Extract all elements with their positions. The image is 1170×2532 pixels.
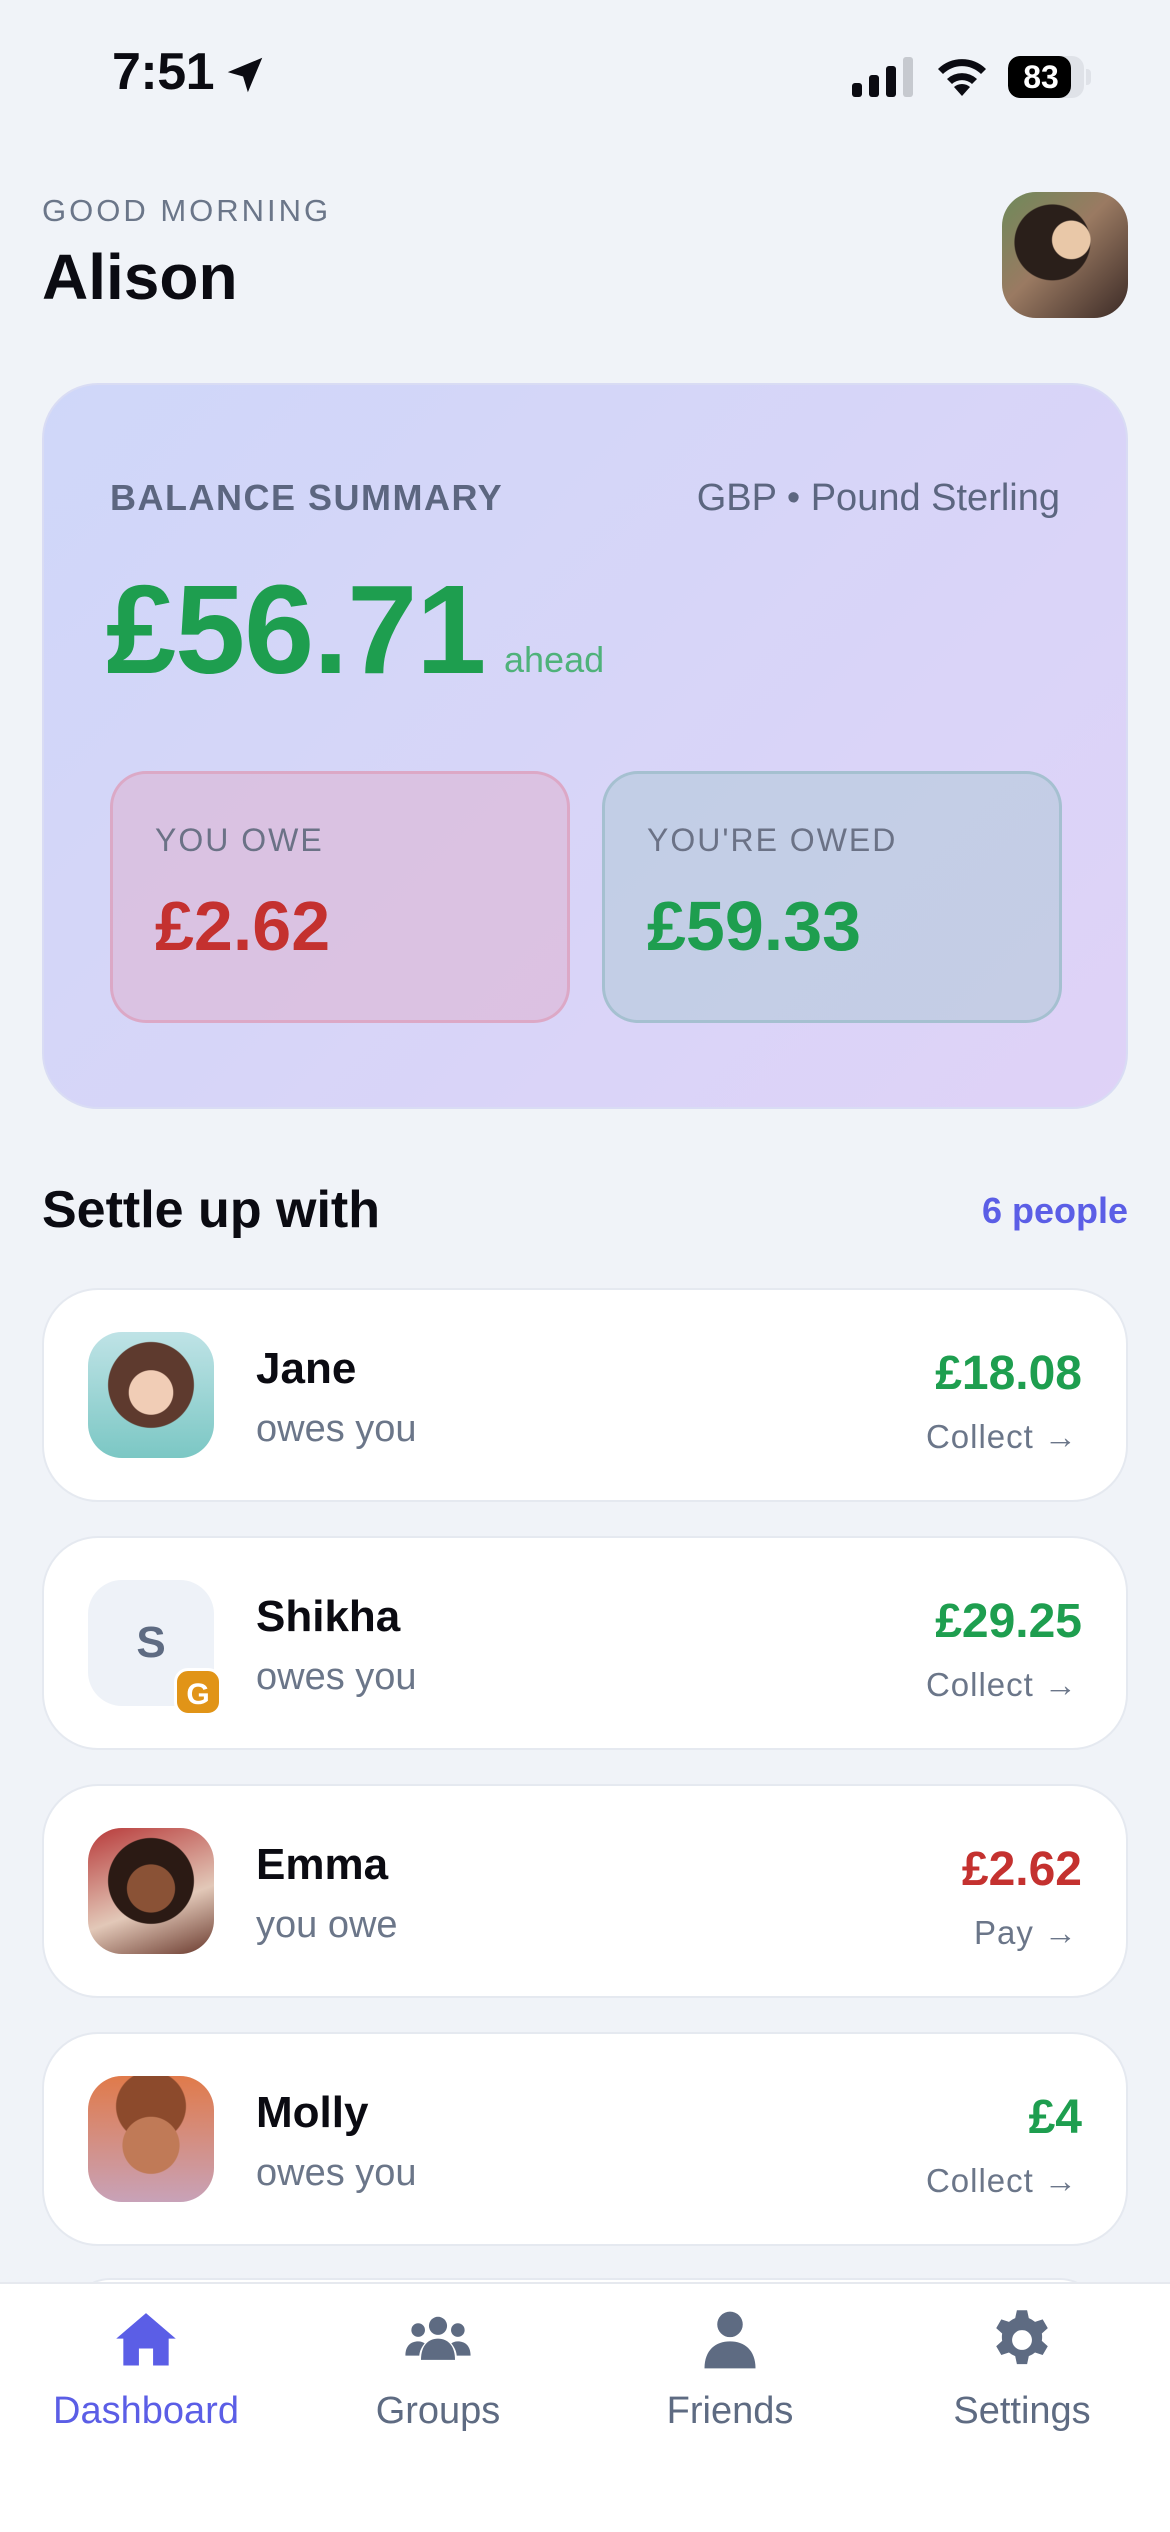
- collect-button[interactable]: Collect →: [926, 1418, 1078, 1456]
- you-are-owed-label: YOU'RE OWED: [647, 822, 898, 858]
- cellular-signal-icon: [852, 57, 913, 97]
- person-card-jane[interactable]: Jane owes you £18.08 Collect →: [42, 1288, 1128, 1502]
- currency-label[interactable]: GBP • Pound Sterling: [697, 477, 1060, 520]
- location-arrow-icon: [227, 57, 263, 93]
- user-name: Alison: [42, 241, 238, 313]
- you-owe-box[interactable]: YOU OWE £2.62: [110, 771, 570, 1023]
- person-name: Shikha: [256, 1592, 401, 1641]
- greeting-label: GOOD MORNING: [42, 193, 332, 228]
- avatar: [88, 1332, 214, 1458]
- people-count-link[interactable]: 6 people: [982, 1190, 1128, 1232]
- person-amount: £4: [1028, 2091, 1082, 2144]
- person-status: owes you: [256, 2152, 417, 2194]
- person-card-molly[interactable]: Molly owes you £4 Collect →: [42, 2032, 1128, 2246]
- gear-icon: [996, 2310, 1048, 2365]
- person-status: owes you: [256, 1656, 417, 1698]
- avatar-initial: S: [136, 1618, 166, 1667]
- tab-label: Dashboard: [53, 2390, 239, 2432]
- group-icon: [405, 2316, 471, 2360]
- wifi-icon: [938, 59, 986, 96]
- avatar: [88, 2076, 214, 2202]
- avatar: [88, 1828, 214, 1954]
- you-owe-label: YOU OWE: [155, 822, 324, 858]
- person-card-emma[interactable]: Emma you owe £2.62 Pay →: [42, 1784, 1128, 1998]
- you-are-owed-box[interactable]: YOU'RE OWED £59.33: [602, 771, 1062, 1023]
- net-balance-note: ahead: [504, 639, 605, 680]
- group-badge: G: [174, 1668, 222, 1716]
- you-owe-value: £2.62: [155, 887, 331, 965]
- tab-label: Friends: [666, 2390, 794, 2432]
- person-name: Molly: [256, 2088, 369, 2137]
- tab-groups[interactable]: Groups: [292, 2284, 584, 2454]
- tab-bar: Dashboard Groups Friends Settings: [0, 2282, 1170, 2532]
- person-card-shikha[interactable]: S G Shikha owes you £29.25 Collect →: [42, 1536, 1128, 1750]
- tab-label: Settings: [953, 2390, 1091, 2432]
- tab-label: Groups: [375, 2390, 501, 2432]
- pay-button[interactable]: Pay →: [974, 1914, 1078, 1952]
- status-bar: 7:51 83: [0, 0, 1170, 150]
- collect-button[interactable]: Collect →: [926, 1666, 1078, 1704]
- you-are-owed-value: £59.33: [647, 887, 862, 965]
- battery-indicator: 83: [1008, 56, 1092, 98]
- home-icon: [116, 2313, 176, 2366]
- balance-summary-card: BALANCE SUMMARY GBP • Pound Sterling £56…: [42, 383, 1128, 1109]
- settle-up-title: Settle up with: [42, 1181, 380, 1239]
- tab-settings[interactable]: Settings: [876, 2284, 1168, 2454]
- person-name: Emma: [256, 1840, 389, 1889]
- status-time: 7:51: [112, 43, 215, 101]
- person-status: owes you: [256, 1408, 417, 1450]
- person-amount: £29.25: [935, 1595, 1082, 1648]
- person-status: you owe: [256, 1904, 398, 1946]
- balance-summary-label: BALANCE SUMMARY: [110, 477, 504, 518]
- tab-dashboard[interactable]: Dashboard: [0, 2284, 292, 2454]
- net-balance-amount: £56.71: [106, 559, 486, 700]
- person-amount: £18.08: [935, 1347, 1082, 1400]
- person-name: Jane: [256, 1344, 357, 1393]
- tab-friends[interactable]: Friends: [584, 2284, 876, 2454]
- profile-avatar[interactable]: [1002, 192, 1128, 318]
- battery-level: 83: [1023, 59, 1059, 95]
- person-icon: [704, 2311, 756, 2369]
- collect-button[interactable]: Collect →: [926, 2162, 1078, 2200]
- person-amount: £2.62: [961, 1843, 1082, 1896]
